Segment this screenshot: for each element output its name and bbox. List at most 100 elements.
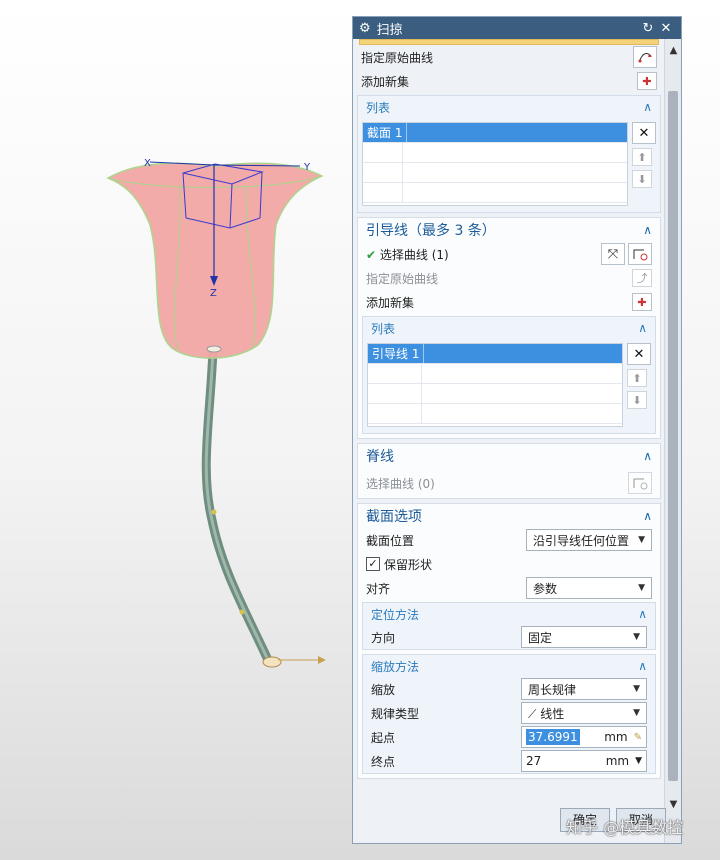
law-type-select[interactable]: ⟋ 线性 ▼: [521, 702, 647, 724]
section-options-title: 截面选项: [366, 509, 422, 525]
axis-y-label: Y: [303, 162, 311, 173]
move-up-icon[interactable]: ⬆: [632, 148, 652, 166]
align-label: 对齐: [366, 581, 391, 596]
preserve-shape-label: 保留形状: [384, 557, 433, 572]
section-list-title: 列表: [366, 100, 391, 115]
end-input[interactable]: 27 mm ▼: [521, 750, 647, 772]
flower-shape: [106, 162, 324, 359]
chevron-up-icon[interactable]: ∧: [643, 509, 652, 523]
add-new-set-row[interactable]: 添加新集 ✚: [353, 69, 665, 93]
move-up-icon[interactable]: ⬆: [627, 369, 647, 387]
dialog-titlebar[interactable]: ⚙ 扫掠 ↻ ✕: [353, 17, 681, 39]
stem-shape: [201, 345, 273, 665]
chevron-up-icon[interactable]: ∧: [638, 659, 647, 673]
orientation-header[interactable]: 定位方法 ∧: [363, 603, 655, 625]
scroll-up-arrow[interactable]: ▲: [665, 43, 682, 59]
move-down-icon[interactable]: ⬇: [627, 391, 647, 409]
scale-select[interactable]: 周长规律 ▼: [521, 678, 647, 700]
end-label: 终点: [371, 754, 396, 769]
direction-row: 方向 固定 ▼: [363, 625, 655, 649]
guide-specify-original-curve-label: 指定原始曲线: [366, 271, 439, 286]
orientation-group: 定位方法 ∧ 方向 固定 ▼: [362, 602, 656, 650]
section-position-select[interactable]: 沿引导线任何位置 ▼: [526, 529, 652, 551]
guide-list-title: 列表: [371, 321, 396, 336]
curve-direction-icon[interactable]: [633, 46, 657, 68]
scaling-header[interactable]: 缩放方法 ∧: [363, 655, 655, 677]
scrollbar[interactable]: ▲ ▼: [664, 39, 681, 843]
start-row: 起点 37.6991 mm ✎: [363, 725, 655, 749]
scrollbar-thumb[interactable]: [668, 91, 678, 781]
end-row: 终点 27 mm ▼: [363, 749, 655, 773]
reset-icon[interactable]: ↻: [639, 21, 657, 36]
guide-select-curve-row[interactable]: ✔ 选择曲线 (1) ⤧: [358, 242, 660, 266]
scaling-group: 缩放方法 ∧ 缩放 周长规律 ▼ 规律类型 ⟋ 线性 ▼ 起点 37.6991 mm…: [362, 654, 656, 774]
section-list-group: 列表 ∧ 截面 1 ✕ ⬆ ⬇: [357, 95, 661, 213]
law-type-row: 规律类型 ⟋ 线性 ▼: [363, 701, 655, 725]
preserve-shape-checkbox[interactable]: ✓: [366, 557, 380, 571]
chevron-up-icon[interactable]: ∧: [643, 223, 652, 237]
guide-list-header[interactable]: 列表 ∧: [363, 317, 655, 339]
chevron-up-icon[interactable]: ∧: [638, 607, 647, 621]
add-set-icon[interactable]: ✚: [637, 72, 657, 90]
section-options-header[interactable]: 截面选项 ∧: [358, 504, 660, 528]
scroll-down-arrow[interactable]: ▼: [665, 797, 682, 813]
reverse-direction-icon[interactable]: ⤧: [601, 243, 625, 265]
list-item[interactable]: 截面 1: [363, 123, 627, 143]
guide-title: 引导线（最多 3 条）: [366, 223, 496, 239]
guide-header[interactable]: 引导线（最多 3 条） ∧: [358, 218, 660, 242]
specify-original-curve-label: 指定原始曲线: [361, 50, 434, 65]
curve-direction-icon[interactable]: ⤴: [632, 269, 652, 287]
check-icon: ✔: [366, 247, 377, 262]
start-input[interactable]: 37.6991 mm ✎: [521, 726, 647, 748]
chevron-up-icon[interactable]: ∧: [643, 100, 652, 114]
delete-icon[interactable]: ✕: [627, 343, 651, 365]
align-select[interactable]: 参数 ▼: [526, 577, 652, 599]
guide-list-group: 列表 ∧ 引导线 1 ✕ ⬆ ⬇: [362, 316, 656, 434]
chevron-up-icon[interactable]: ∧: [643, 449, 652, 463]
watermark: 知乎 @模具数控: [566, 818, 684, 837]
section-options-group: 截面选项 ∧ 截面位置 沿引导线任何位置 ▼ ✓ 保留形状 对齐 参数 ▼ 定位方法: [357, 503, 661, 779]
section-position-label: 截面位置: [366, 533, 415, 548]
axis-x-label: X: [144, 158, 151, 169]
pencil-icon[interactable]: ✎: [634, 732, 642, 743]
scale-label: 缩放: [371, 682, 396, 697]
chevron-down-icon: ▼: [638, 583, 645, 593]
guide-add-new-set-label: 添加新集: [366, 295, 415, 310]
section-list-header[interactable]: 列表 ∧: [358, 96, 660, 118]
direction-label: 方向: [371, 630, 396, 645]
section-list: 截面 1: [362, 122, 628, 206]
move-down-icon[interactable]: ⬇: [632, 170, 652, 188]
list-item[interactable]: 引导线 1: [368, 344, 622, 364]
progress-bar: [359, 39, 659, 45]
add-set-icon[interactable]: ✚: [632, 293, 652, 311]
axis-z-label: Z: [210, 288, 217, 299]
spine-select-curve-label: 选择曲线 (0): [366, 476, 435, 491]
guide-add-new-set-row[interactable]: 添加新集 ✚: [358, 290, 660, 314]
guide-specify-original-curve-row[interactable]: 指定原始曲线 ⤴: [358, 266, 660, 290]
section-position-row: 截面位置 沿引导线任何位置 ▼: [358, 528, 660, 552]
specify-original-curve-row[interactable]: 指定原始曲线: [353, 45, 665, 69]
curve-select-icon[interactable]: [628, 243, 652, 265]
graphics-viewport[interactable]: X Y Z: [0, 0, 352, 860]
dialog-body: 指定原始曲线 添加新集 ✚ 列表 ∧ 截面 1 ✕ ⬆ ⬇ 引导线（最多 3 条…: [353, 39, 665, 843]
chevron-down-icon: ▼: [633, 684, 640, 694]
gear-icon[interactable]: ⚙: [359, 21, 371, 36]
curve-select-icon[interactable]: [628, 472, 652, 494]
chevron-down-icon: ▼: [633, 632, 640, 642]
direction-select[interactable]: 固定 ▼: [521, 626, 647, 648]
preserve-shape-row[interactable]: ✓ 保留形状: [358, 552, 660, 576]
spine-select-curve-row[interactable]: 选择曲线 (0): [358, 468, 660, 498]
scale-row: 缩放 周长规律 ▼: [363, 677, 655, 701]
close-icon[interactable]: ✕: [657, 21, 675, 36]
delete-icon[interactable]: ✕: [632, 122, 656, 144]
guide-select-curve-label: 选择曲线 (1): [379, 247, 449, 262]
chevron-down-icon: ▼: [635, 756, 642, 766]
align-row: 对齐 参数 ▼: [358, 576, 660, 600]
chevron-up-icon[interactable]: ∧: [638, 321, 647, 335]
guide-group: 引导线（最多 3 条） ∧ ✔ 选择曲线 (1) ⤧ 指定原始曲线 ⤴ 添加新集…: [357, 217, 661, 439]
spine-header[interactable]: 脊线 ∧: [358, 444, 660, 468]
scaling-title: 缩放方法: [371, 659, 420, 674]
guide-list: 引导线 1: [367, 343, 623, 427]
dialog-title: 扫掠: [376, 22, 403, 38]
start-label: 起点: [371, 730, 396, 745]
